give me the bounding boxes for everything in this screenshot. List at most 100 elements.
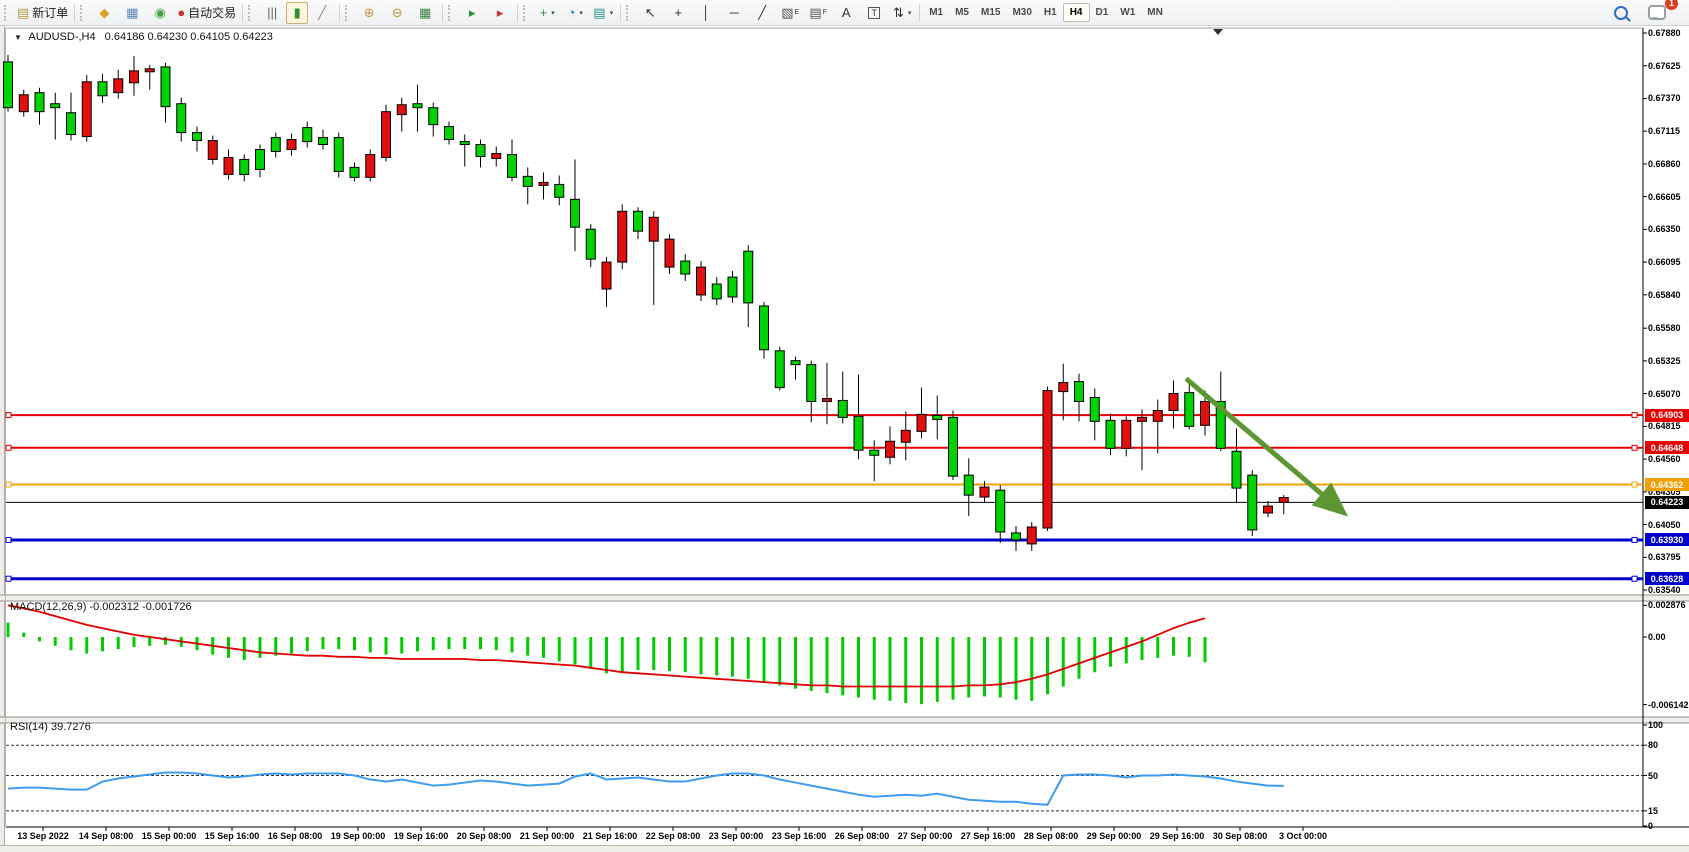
search-button[interactable]: [1607, 2, 1635, 24]
line-chart-button[interactable]: ╱: [308, 2, 336, 24]
dropdown-arrow-icon[interactable]: ▾: [551, 9, 555, 17]
chart-title: ▼ AUDUSD-,H4 0.64186 0.64230 0.64105 0.6…: [14, 31, 273, 43]
fibo-icon-sub: F: [823, 9, 827, 16]
template-icon: ▤: [593, 6, 605, 19]
candle-body: [539, 182, 548, 185]
timeframe-h1[interactable]: H1: [1038, 4, 1063, 21]
cursor-button[interactable]: ↖: [636, 2, 664, 24]
level-handle-left[interactable]: [6, 413, 11, 418]
level-price-tag: 0.64362: [1645, 478, 1689, 491]
chart-shift-button[interactable]: ▸: [486, 2, 514, 24]
rsi-axis-label: 80: [1648, 740, 1658, 750]
candle-body: [319, 138, 328, 145]
channel-button[interactable]: ▧E: [776, 2, 804, 24]
chat-button[interactable]: 1: [1643, 2, 1671, 24]
candle-body: [382, 112, 391, 158]
candle-body: [445, 127, 454, 140]
label-button[interactable]: T: [860, 2, 888, 24]
toolbar-separator: [517, 4, 518, 22]
timeframe-m15[interactable]: M15: [975, 4, 1006, 21]
timeframe-mn[interactable]: MN: [1141, 4, 1169, 21]
crosshair-icon: +: [674, 6, 682, 19]
chart-shift-marker-icon[interactable]: [1213, 29, 1223, 35]
crosshair-button[interactable]: +: [664, 2, 692, 24]
candle-body: [271, 138, 280, 152]
text-button[interactable]: A: [832, 2, 860, 24]
candle-body: [1106, 420, 1115, 448]
candle-chart-button[interactable]: ▮: [286, 2, 308, 24]
level-handle-right[interactable]: [1632, 413, 1637, 418]
time-axis-label: 19 Sep 00:00: [331, 831, 386, 841]
signals-button[interactable]: ◉: [146, 2, 174, 24]
indicators-button[interactable]: +▾: [533, 2, 561, 24]
dropdown-arrow-icon[interactable]: ▾: [579, 9, 583, 17]
price-axis-label: 0.65325: [1648, 356, 1681, 366]
level-handle-left[interactable]: [6, 537, 11, 542]
timeframe-m5[interactable]: M5: [949, 4, 975, 21]
chat-badge: 1: [1665, 0, 1678, 10]
timeframe-m30[interactable]: M30: [1006, 4, 1037, 21]
toolbar-separator: [620, 4, 621, 22]
dropdown-arrow-icon[interactable]: ▾: [908, 9, 912, 17]
candle-body: [665, 239, 674, 267]
auto-scroll-icon: ▸: [469, 6, 476, 19]
vline-button[interactable]: │: [692, 2, 720, 24]
level-handle-right[interactable]: [1632, 445, 1637, 450]
candle-body: [555, 184, 564, 197]
auto-scroll-button[interactable]: ▸: [458, 2, 486, 24]
ohlc-values: 0.64186 0.64230 0.64105 0.64223: [105, 31, 273, 43]
candle-body: [980, 487, 989, 497]
clock-icon: ◔: [568, 6, 576, 19]
time-axis-label: 14 Sep 08:00: [79, 831, 134, 841]
timeframe-d1[interactable]: D1: [1090, 4, 1115, 21]
level-handle-right[interactable]: [1632, 576, 1637, 581]
new-order-button[interactable]: ▤新订单: [14, 2, 71, 24]
hline-button[interactable]: ─: [720, 2, 748, 24]
timeframe-m1[interactable]: M1: [923, 4, 949, 21]
timeframe-h4[interactable]: H4: [1063, 3, 1090, 22]
level-handle-right[interactable]: [1632, 482, 1637, 487]
arrows-icon: ⇅: [893, 6, 904, 19]
level-handle-right[interactable]: [1632, 537, 1637, 542]
collapse-triangle-icon[interactable]: ▼: [14, 33, 22, 42]
tile-windows-button[interactable]: ▦: [411, 2, 439, 24]
autotrading-button[interactable]: ●自动交易: [174, 2, 239, 24]
candle-body: [1248, 475, 1257, 530]
line-icon: ╱: [318, 6, 326, 19]
level-handle-left[interactable]: [6, 576, 11, 581]
candle-body: [728, 277, 737, 297]
bottom-scrollbar[interactable]: [0, 845, 1689, 852]
candle-body: [618, 211, 627, 262]
profiles-button[interactable]: ▦: [118, 2, 146, 24]
candle-body: [114, 79, 123, 93]
fibo-button[interactable]: ▤F: [804, 2, 832, 24]
time-axis-label: 28 Sep 08:00: [1024, 831, 1079, 841]
candle-body: [397, 105, 406, 115]
candle-body: [1122, 420, 1131, 448]
candle-body: [460, 142, 469, 145]
new-chart-button[interactable]: ◆: [90, 2, 118, 24]
level-handle-left[interactable]: [6, 445, 11, 450]
candle-body: [256, 150, 265, 170]
trend-arrow[interactable]: [1186, 379, 1340, 510]
zoom-out-button[interactable]: ⊖: [383, 2, 411, 24]
rsi-axis-label: 50: [1648, 771, 1658, 781]
dropdown-arrow-icon[interactable]: ▾: [610, 9, 614, 17]
toolbar-grip: [626, 5, 633, 21]
level-handle-left[interactable]: [6, 482, 11, 487]
templates-button[interactable]: ▤▾: [589, 2, 617, 24]
bar-chart-button[interactable]: |||: [258, 2, 286, 24]
arrows-button[interactable]: ⇅▾: [888, 2, 916, 24]
time-axis-label: 16 Sep 08:00: [268, 831, 323, 841]
chart-canvas[interactable]: [0, 26, 1689, 852]
periods-button[interactable]: ◔▾: [561, 2, 589, 24]
trendline-button[interactable]: ╱: [748, 2, 776, 24]
toolbar-separator: [242, 4, 243, 22]
candle-body: [649, 217, 658, 241]
timeframe-w1[interactable]: W1: [1114, 4, 1141, 21]
candle-body: [1059, 383, 1068, 392]
candle-body: [744, 251, 753, 303]
time-axis-label: 29 Sep 00:00: [1087, 831, 1142, 841]
candle-body: [177, 104, 186, 133]
zoom-in-button[interactable]: ⊕: [355, 2, 383, 24]
